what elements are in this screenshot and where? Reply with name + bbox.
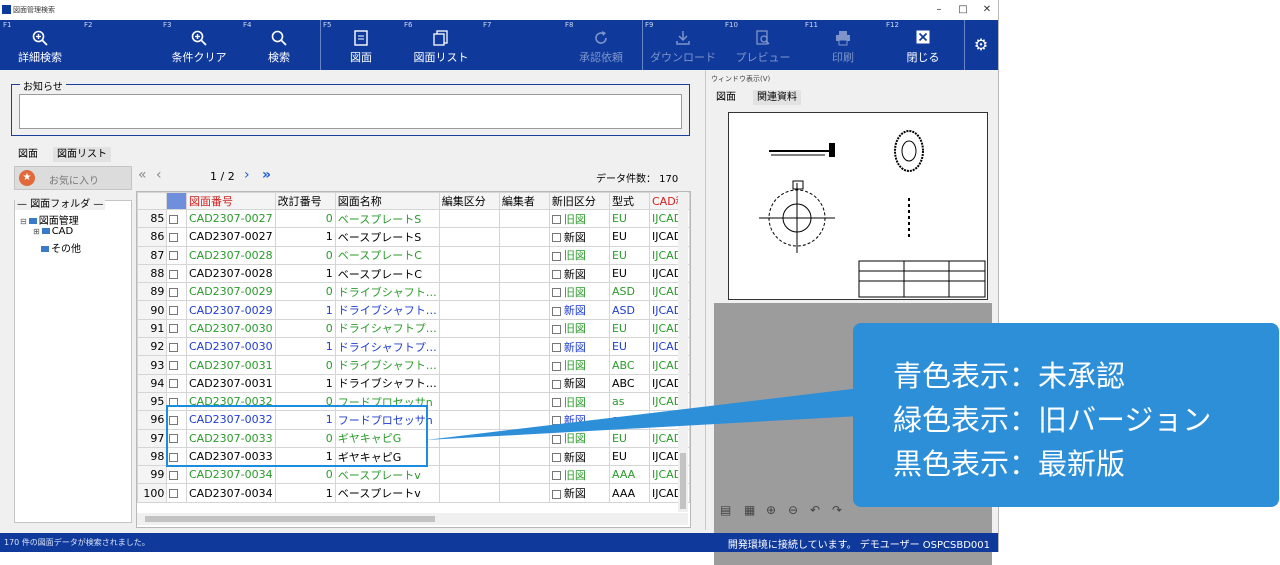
callout-line-blue: 青色表示：未承認 xyxy=(893,359,1126,393)
color-legend-callout: 青色表示：未承認 緑色表示：旧バージョン 黒色表示：最新版 xyxy=(853,323,1279,507)
callout-line-black: 黒色表示：最新版 xyxy=(893,447,1126,481)
callout-line-green: 緑色表示：旧バージョン xyxy=(893,403,1212,437)
